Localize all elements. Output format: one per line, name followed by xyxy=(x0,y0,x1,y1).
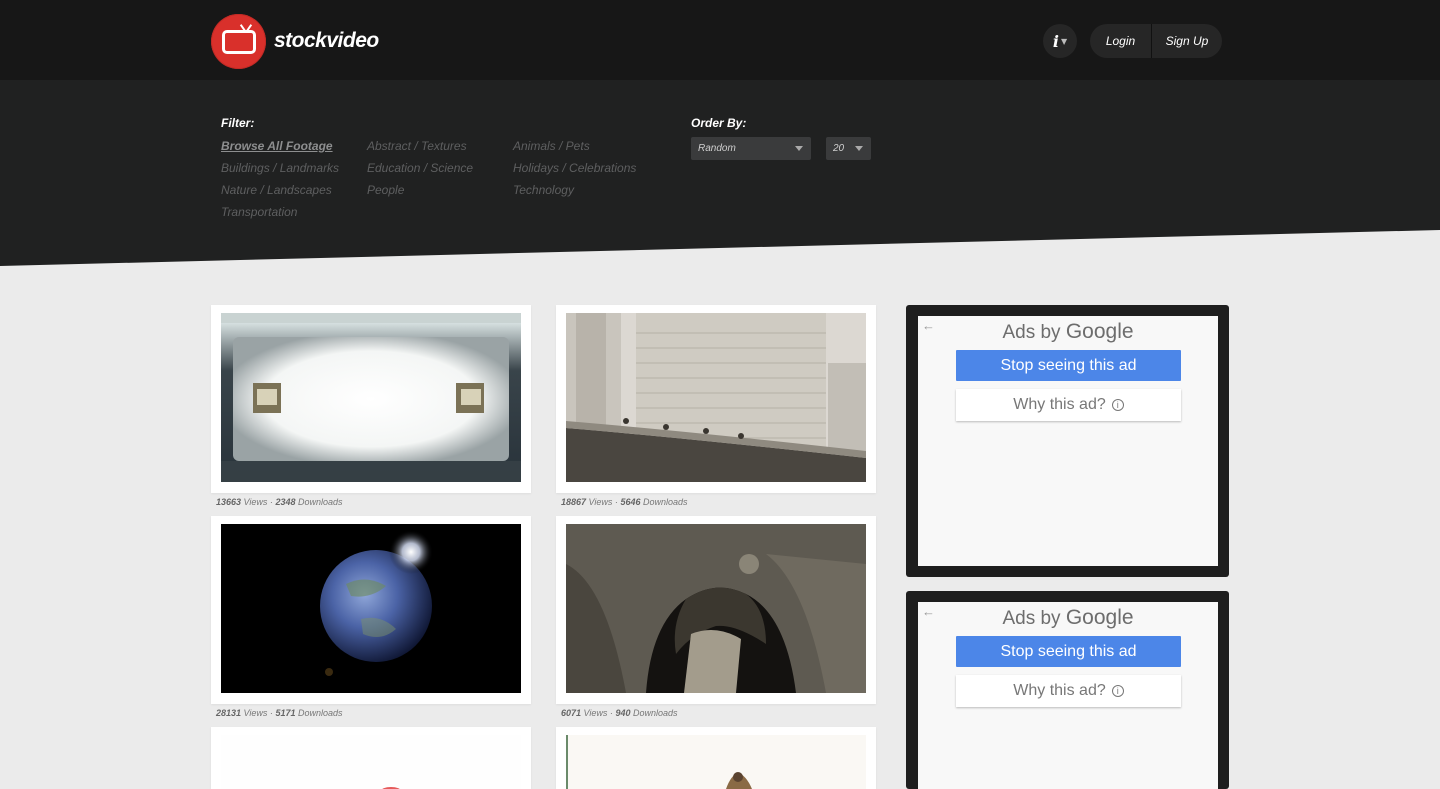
stop-seeing-ad-button[interactable]: Stop seeing this ad xyxy=(956,636,1181,667)
info-circle-icon: i xyxy=(1111,685,1124,697)
video-card[interactable] xyxy=(211,305,531,493)
filter-panel xyxy=(0,80,1440,266)
category-technology[interactable]: Technology xyxy=(513,183,574,197)
category-education-science[interactable]: Education / Science xyxy=(367,161,473,175)
category-abstract-textures[interactable]: Abstract / Textures xyxy=(367,139,467,153)
ad-content: ← Ads by Google Stop seeing this ad Why … xyxy=(918,316,1218,566)
why-this-ad-button[interactable]: Why this ad? i xyxy=(956,389,1181,421)
video-thumbnail-skyscraper[interactable] xyxy=(566,313,866,482)
per-page-value: 20 xyxy=(833,143,845,154)
why-this-ad-button[interactable]: Why this ad? i xyxy=(956,675,1181,707)
per-page-select[interactable]: 20 xyxy=(826,137,871,160)
video-card[interactable] xyxy=(211,727,531,789)
filter-title: Filter: xyxy=(221,116,255,130)
video-stats: 6071 Views · 940 Downloads xyxy=(561,708,678,718)
dropdown-arrow-icon xyxy=(795,146,803,151)
video-card[interactable] xyxy=(556,305,876,493)
video-stats: 28131 Views · 5171 Downloads xyxy=(216,708,343,718)
ads-by-google-label: Ads by Google xyxy=(1002,606,1134,629)
category-nature-landscapes[interactable]: Nature / Landscapes xyxy=(221,183,332,197)
video-thumbnail[interactable] xyxy=(221,735,521,789)
video-thumbnail-lightbox[interactable] xyxy=(221,313,521,482)
logo-text: stockvideo xyxy=(274,29,379,52)
video-card[interactable] xyxy=(556,516,876,704)
video-stats: 18867 Views · 5646 Downloads xyxy=(561,497,688,507)
login-button[interactable]: Login xyxy=(1090,24,1152,58)
ad-panel: ← Ads by Google Stop seeing this ad Why … xyxy=(906,591,1229,789)
signup-button[interactable]: Sign Up xyxy=(1152,24,1222,58)
site-logo[interactable]: stockvideo xyxy=(211,13,379,69)
order-by-title: Order By: xyxy=(691,116,747,130)
info-circle-icon: i xyxy=(1111,399,1124,411)
video-card[interactable] xyxy=(211,516,531,704)
info-menu-button[interactable]: i ▼ xyxy=(1043,24,1077,58)
category-people[interactable]: People xyxy=(367,183,404,197)
category-animals-pets[interactable]: Animals / Pets xyxy=(513,139,590,153)
info-icon: i xyxy=(1052,31,1059,51)
order-by-select[interactable]: Random xyxy=(691,137,811,160)
auth-buttons: Login Sign Up xyxy=(1090,24,1222,58)
ad-panel: ← Ads by Google Stop seeing this ad Why … xyxy=(906,305,1229,577)
tv-logo-icon xyxy=(211,13,266,69)
video-thumbnail[interactable] xyxy=(566,735,866,789)
caret-down-icon: ▼ xyxy=(1060,36,1068,46)
dropdown-arrow-icon xyxy=(855,146,863,151)
video-thumbnail-earth[interactable] xyxy=(221,524,521,693)
ads-by-google-label: Ads by Google xyxy=(1002,320,1134,343)
ad-content: ← Ads by Google Stop seeing this ad Why … xyxy=(918,602,1218,789)
category-transportation[interactable]: Transportation xyxy=(221,205,297,219)
video-card[interactable] xyxy=(556,727,876,789)
category-browse-all[interactable]: Browse All Footage xyxy=(221,139,333,153)
category-holidays-celebrations[interactable]: Holidays / Celebrations xyxy=(513,161,636,175)
category-buildings-landmarks[interactable]: Buildings / Landmarks xyxy=(221,161,339,175)
video-stats: 13663 Views · 2348 Downloads xyxy=(216,497,343,507)
video-thumbnail-cave[interactable] xyxy=(566,524,866,693)
order-by-value: Random xyxy=(698,143,736,154)
stop-seeing-ad-button[interactable]: Stop seeing this ad xyxy=(956,350,1181,381)
